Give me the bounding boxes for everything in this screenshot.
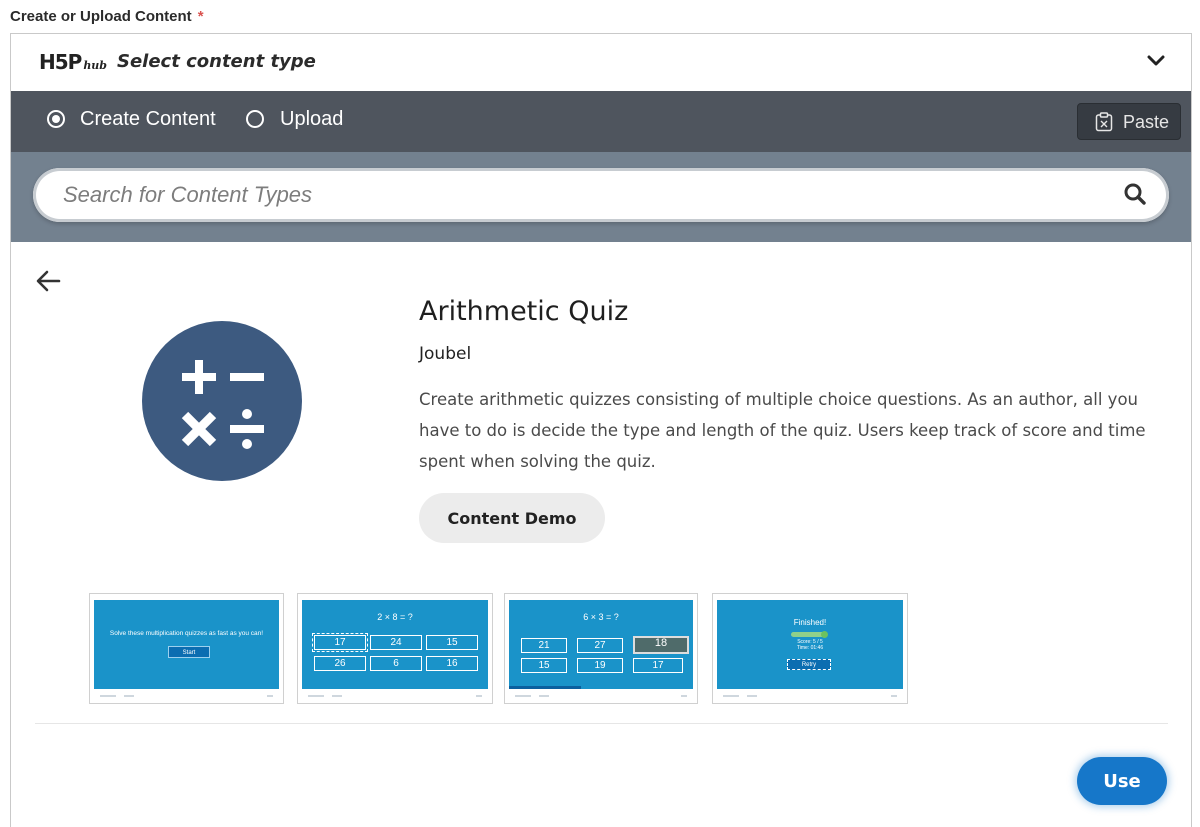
thumbnail-option: 26 — [314, 656, 366, 671]
thumbnail-option: 27 — [577, 638, 623, 653]
field-label: Create or Upload Content * — [10, 8, 204, 25]
search-input[interactable] — [61, 178, 1085, 212]
content-type-author: Joubel — [419, 344, 472, 364]
thumbnail-option: 19 — [577, 658, 623, 673]
thumbnail-option: 17 — [633, 658, 683, 673]
thumbnail-finished: Finished! — [793, 618, 827, 627]
thumbnail-progress — [509, 686, 581, 689]
arithmetic-operators-icon — [142, 321, 302, 481]
upload-radio[interactable] — [246, 110, 264, 128]
thumbnail-question: 2 × 8 = ? — [377, 612, 413, 622]
thumbnail-screen: Finished! Score: 5 / 5 Time: 01:46 Retry — [717, 600, 903, 689]
search-icon[interactable] — [1123, 182, 1147, 206]
thumbnail-option: 15 — [426, 635, 478, 650]
thumbnail-screen: Solve these multiplication quizzes as fa… — [94, 600, 279, 689]
thumbnail-retry-button: Retry — [787, 659, 831, 670]
h5p-hub-logo: H5P hub — [39, 50, 107, 74]
thumbnail-footer — [509, 691, 693, 701]
thumbnail-option: 24 — [370, 635, 422, 650]
tab-bar: Create Content Upload Paste — [11, 91, 1191, 152]
thumbnail-footer — [302, 691, 488, 701]
thumbnail-start-button: Start — [168, 646, 210, 658]
chevron-down-icon[interactable] — [1147, 54, 1165, 68]
content-demo-button[interactable]: Content Demo — [419, 493, 605, 543]
logo-sub: hub — [83, 59, 107, 72]
logo-main: H5P — [39, 50, 82, 74]
paste-button[interactable]: Paste — [1077, 103, 1181, 140]
thumbnail-footer — [717, 691, 903, 701]
paste-label: Paste — [1123, 112, 1170, 132]
thumbnail-option: 21 — [521, 638, 567, 653]
content-type-title: Arithmetic Quiz — [419, 296, 629, 327]
create-content-radio[interactable] — [47, 110, 65, 128]
use-button[interactable]: Use — [1077, 757, 1167, 805]
thumbnail-screen: 6 × 3 = ? 21 27 18 15 19 17 — [509, 600, 693, 689]
screenshot-thumbnail-2[interactable]: 2 × 8 = ? 17 24 15 26 6 16 — [297, 593, 493, 704]
screenshot-thumbnail-3[interactable]: 6 × 3 = ? 21 27 18 15 19 17 — [504, 593, 698, 704]
divider — [35, 723, 1168, 724]
hub-header[interactable]: H5P hub Select content type — [11, 34, 1191, 91]
select-content-type-title: Select content type — [117, 51, 316, 72]
thumbnail-footer — [94, 691, 279, 701]
thumbnail-option: 16 — [426, 656, 478, 671]
search-band — [11, 152, 1191, 242]
thumbnail-score: Score: 5 / 5 Time: 01:46 — [796, 639, 824, 651]
screenshot-thumbnail-4[interactable]: Finished! Score: 5 / 5 Time: 01:46 Retry — [712, 593, 908, 704]
h5p-hub: H5P hub Select content type Create Conten… — [10, 33, 1192, 827]
thumbnail-question: 6 × 3 = ? — [583, 612, 619, 622]
thumbnail-option: 15 — [521, 658, 567, 673]
thumbnail-option: 6 — [370, 656, 422, 671]
thumbnail-score-bar — [791, 631, 828, 638]
tab-upload[interactable]: Upload — [280, 108, 343, 131]
thumbnail-message: Solve these multiplication quizzes as fa… — [109, 630, 264, 637]
field-label-text: Create or Upload Content — [10, 8, 192, 25]
thumbnail-option-selected: 18 — [633, 636, 689, 654]
thumbnail-option: 17 — [312, 633, 368, 652]
content-type-description: Create arithmetic quizzes consisting of … — [419, 390, 1146, 471]
search-box[interactable] — [33, 168, 1169, 222]
thumbnail-screen: 2 × 8 = ? 17 24 15 26 6 16 — [302, 600, 488, 689]
tab-create-content[interactable]: Create Content — [80, 108, 216, 131]
back-arrow-icon[interactable] — [35, 269, 61, 293]
screenshot-thumbnail-1[interactable]: Solve these multiplication quizzes as fa… — [89, 593, 284, 704]
clipboard-icon — [1095, 112, 1113, 132]
required-mark: * — [197, 8, 204, 25]
